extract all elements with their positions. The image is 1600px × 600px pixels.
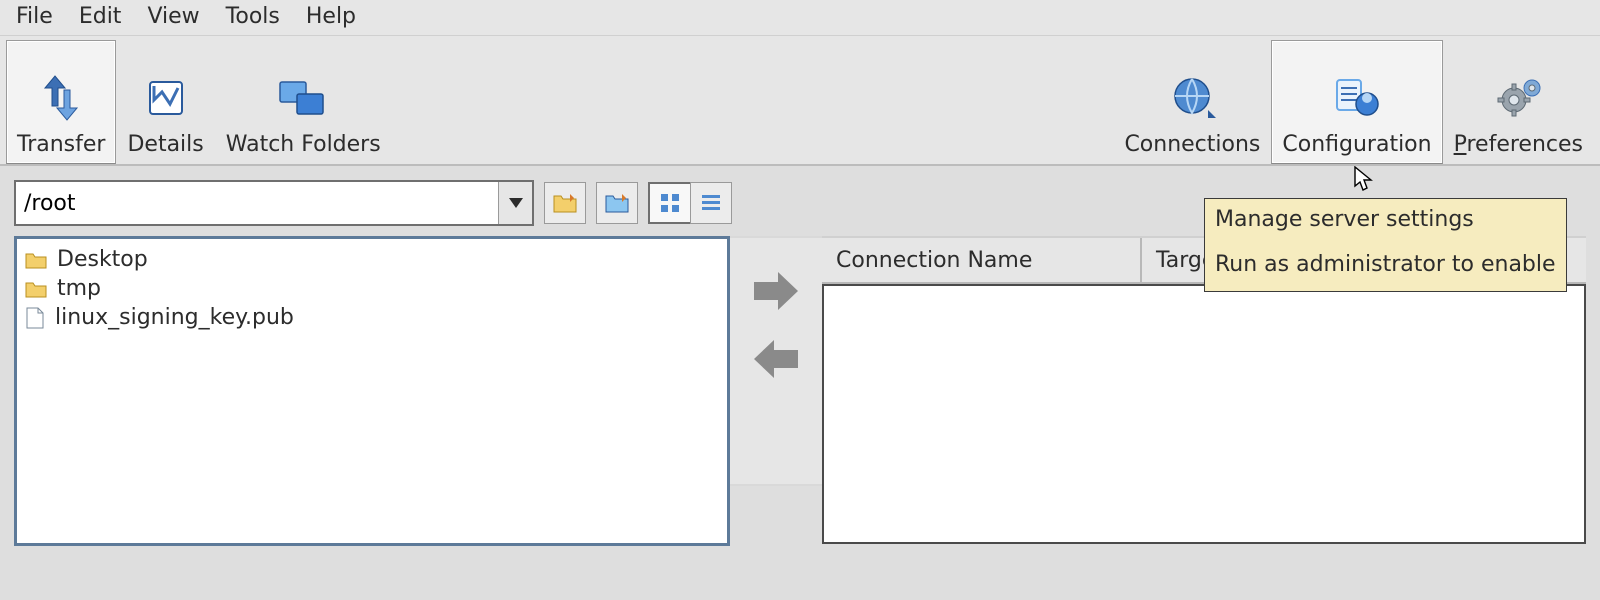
list-icon <box>701 193 721 213</box>
configuration-icon <box>1331 70 1383 126</box>
connections-label: Connections <box>1124 132 1260 157</box>
connections-table-body[interactable] <box>822 284 1586 544</box>
icon-view-button[interactable] <box>648 182 690 224</box>
transfer-label: Transfer <box>17 132 105 157</box>
send-left-arrow-icon[interactable] <box>750 336 802 382</box>
watch-folders-button[interactable]: Watch Folders <box>215 40 392 164</box>
menu-bar: File Edit View Tools Help <box>0 0 1600 36</box>
list-item[interactable]: linux_signing_key.pub <box>25 303 719 332</box>
preferences-label: Preferences <box>1454 132 1583 157</box>
list-item[interactable]: Desktop <box>25 245 719 274</box>
list-view-button[interactable] <box>690 182 732 224</box>
path-dropdown-button[interactable] <box>498 182 532 224</box>
file-icon <box>25 307 45 329</box>
grid-icon <box>660 193 680 213</box>
menu-file[interactable]: File <box>6 2 63 31</box>
local-file-pane[interactable]: Desktop tmp linux_signing_key.pub <box>14 236 730 546</box>
file-name: linux_signing_key.pub <box>55 305 294 330</box>
globe-icon <box>1168 70 1216 126</box>
file-name: tmp <box>57 276 101 301</box>
watch-folders-label: Watch Folders <box>226 132 381 157</box>
menu-edit[interactable]: Edit <box>69 2 132 31</box>
view-mode-group <box>648 182 732 224</box>
folder-icon <box>25 280 47 298</box>
main-toolbar: Transfer Details Watch Folders <box>0 36 1600 166</box>
configuration-button[interactable]: Configuration <box>1271 40 1442 164</box>
preferences-button[interactable]: Preferences <box>1443 40 1594 164</box>
chevron-down-icon <box>509 198 523 208</box>
connections-button[interactable]: Connections <box>1113 40 1271 164</box>
up-folder-button[interactable] <box>596 182 638 224</box>
details-button[interactable]: Details <box>116 40 214 164</box>
menu-tools[interactable]: Tools <box>216 2 290 31</box>
folder-icon <box>25 251 47 269</box>
tooltip-line2: Run as administrator to enable <box>1215 250 1556 281</box>
list-item[interactable]: tmp <box>25 274 719 303</box>
folder-open-icon <box>552 192 578 214</box>
configuration-tooltip: Manage server settings Run as administra… <box>1204 198 1567 292</box>
open-folder-button[interactable] <box>544 182 586 224</box>
file-name: Desktop <box>57 247 148 272</box>
column-connection-name[interactable]: Connection Name <box>822 238 1142 282</box>
details-icon <box>144 70 188 126</box>
menu-help[interactable]: Help <box>296 2 366 31</box>
path-combo[interactable] <box>14 180 534 226</box>
transfer-icon <box>37 70 85 126</box>
tooltip-line1: Manage server settings <box>1215 205 1556 236</box>
send-right-arrow-icon[interactable] <box>750 268 802 314</box>
configuration-label: Configuration <box>1282 132 1431 157</box>
folder-up-icon <box>604 192 630 214</box>
path-input[interactable] <box>16 182 498 224</box>
transfer-button[interactable]: Transfer <box>6 40 116 164</box>
transfer-controls <box>730 236 822 486</box>
details-label: Details <box>127 132 203 157</box>
menu-view[interactable]: View <box>137 2 209 31</box>
watch-folders-icon <box>277 70 329 126</box>
preferences-gear-icon <box>1492 70 1544 126</box>
